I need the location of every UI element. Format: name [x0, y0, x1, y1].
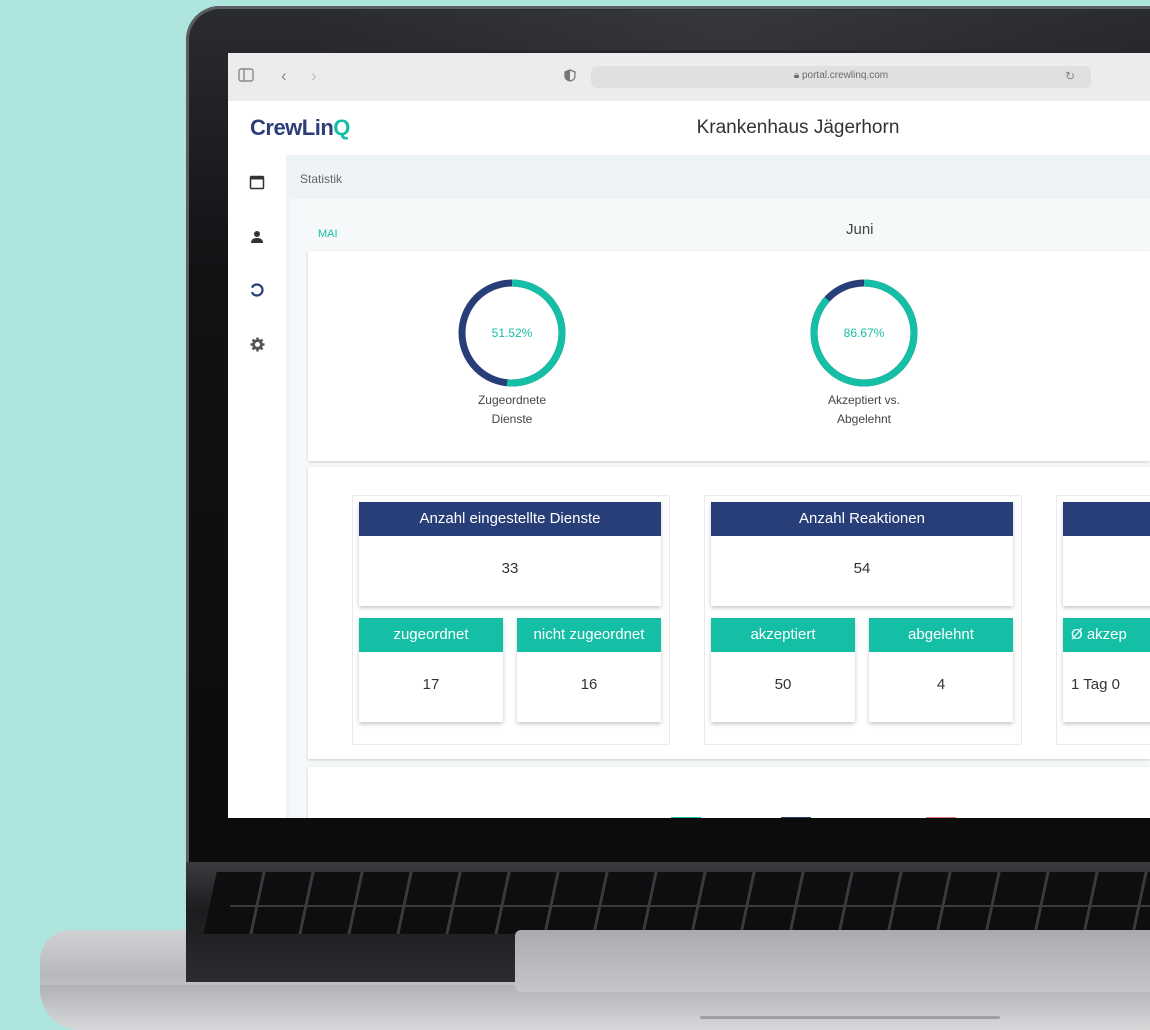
- donut-assigned: 51.52%: [456, 277, 568, 394]
- app-header: CrewLinQ Krankenhaus Jägerhorn: [228, 101, 1150, 156]
- sidebar-item-statistics[interactable]: [246, 282, 268, 304]
- stat-box-title: zugeordnet: [359, 618, 503, 652]
- chart-card: [308, 767, 1150, 818]
- donut-accepted-label: Akzeptiert vs. Abgelehnt: [784, 391, 944, 429]
- stat-box-average: Ø: [1063, 502, 1150, 606]
- stat-box-value: 33: [501, 560, 519, 577]
- donut-accepted: 86.67%: [808, 277, 920, 394]
- stat-box-total-reactions: Anzahl Reaktionen 54: [711, 502, 1013, 606]
- keyboard-row-line: [230, 905, 1150, 907]
- address-bar[interactable]: 🔒︎ portal.crewlinq.com ↻: [591, 66, 1091, 88]
- lock-icon: 🔒︎: [793, 70, 802, 81]
- trackpad: [515, 930, 1150, 992]
- stat-box-unassigned: nicht zugeordnet 16: [517, 618, 661, 722]
- stat-box-value: 4: [936, 676, 946, 693]
- main-content: Statistik MAI Juni 51.52% Zugeordnete Di…: [286, 155, 1150, 818]
- donut-assigned-label: Zugeordnete Dienste: [432, 391, 592, 429]
- back-icon[interactable]: ‹: [281, 66, 287, 86]
- stat-box-value: 16: [580, 676, 598, 693]
- current-month: Juni: [846, 221, 874, 238]
- legend-mark-blue: [781, 817, 811, 818]
- donut-accepted-label-line2: Abgelehnt: [836, 412, 892, 426]
- stat-box-total-services: Anzahl eingestellte Dienste 33: [359, 502, 661, 606]
- screen: ‹ › 🔒︎ portal.crewlinq.com ↻ CrewLinQ Kr…: [228, 53, 1150, 818]
- legend-mark-teal: [671, 817, 701, 818]
- stat-box-assigned: zugeordnet 17: [359, 618, 503, 722]
- browser-toolbar: ‹ › 🔒︎ portal.crewlinq.com ↻: [228, 53, 1150, 102]
- stat-group-average: Ø Ø akzep 1 Tag 0: [1056, 495, 1150, 745]
- user-icon: [251, 231, 263, 243]
- forward-icon[interactable]: ›: [311, 66, 317, 86]
- stat-box-accepted: akzeptiert 50: [711, 618, 855, 722]
- donut-assigned-label-line1: Zugeordnete: [477, 393, 547, 407]
- stat-box-title: abgelehnt: [869, 618, 1013, 652]
- stat-box-title: Ø akzep: [1063, 618, 1150, 652]
- ratio-card: 51.52% Zugeordnete Dienste 86.67% Akzept…: [308, 251, 1150, 461]
- logo-text: CrewLin: [250, 115, 334, 140]
- previous-month-link[interactable]: MAI: [318, 228, 338, 240]
- stat-box-rejected: abgelehnt 4: [869, 618, 1013, 722]
- stat-box-title: Anzahl Reaktionen: [711, 502, 1013, 536]
- donut-assigned-label-line2: Dienste: [491, 412, 533, 426]
- base-notch: [700, 1016, 1000, 1019]
- url-value: portal.crewlinq.com: [801, 70, 889, 81]
- stat-box-value: 17: [422, 676, 440, 693]
- stat-box-value: 1 Tag 0: [1071, 676, 1120, 693]
- logo[interactable]: CrewLinQ: [250, 115, 350, 141]
- url-text: 🔒︎ portal.crewlinq.com: [591, 70, 1091, 81]
- calendar-icon: [249, 175, 265, 190]
- shield-icon[interactable]: [564, 69, 576, 86]
- breadcrumb: Statistik: [300, 172, 343, 186]
- donut-accepted-label-line1: Akzeptiert vs.: [827, 393, 901, 407]
- sidebar-item-settings[interactable]: [246, 336, 268, 358]
- stat-box-average-accept: Ø akzep 1 Tag 0: [1063, 618, 1150, 722]
- stat-box-value: 54: [853, 560, 871, 577]
- donut-chart-icon: [250, 283, 264, 297]
- reload-icon[interactable]: ↻: [1065, 69, 1075, 83]
- sidebar-item-calendar[interactable]: [246, 174, 268, 196]
- page-title: Krankenhaus Jägerhorn: [696, 117, 900, 138]
- stat-group-reactions: Anzahl Reaktionen 54 akzeptiert 50 abgel…: [704, 495, 1022, 745]
- sidebar: [228, 155, 287, 818]
- gear-icon: [249, 337, 265, 352]
- bezel-reflection: [300, 10, 1150, 50]
- logo-accent: Q: [333, 115, 350, 140]
- keyboard-keys: [203, 872, 1150, 934]
- legend-mark-red: [926, 817, 956, 818]
- stat-group-services: Anzahl eingestellte Dienste 33 zugeordne…: [352, 495, 670, 745]
- stat-box-title: Anzahl eingestellte Dienste: [359, 502, 661, 536]
- stat-box-value: 50: [774, 676, 792, 693]
- stat-box-title: Ø: [1063, 502, 1150, 536]
- sidebar-toggle-icon[interactable]: [238, 68, 254, 86]
- stat-box-title: akzeptiert: [711, 618, 855, 652]
- counts-card: Anzahl eingestellte Dienste 33 zugeordne…: [308, 467, 1150, 759]
- donut-assigned-value: 51.52%: [491, 326, 533, 340]
- sidebar-item-user[interactable]: [246, 228, 268, 250]
- stat-box-title: nicht zugeordnet: [517, 618, 661, 652]
- donut-accepted-value: 86.67%: [843, 326, 885, 340]
